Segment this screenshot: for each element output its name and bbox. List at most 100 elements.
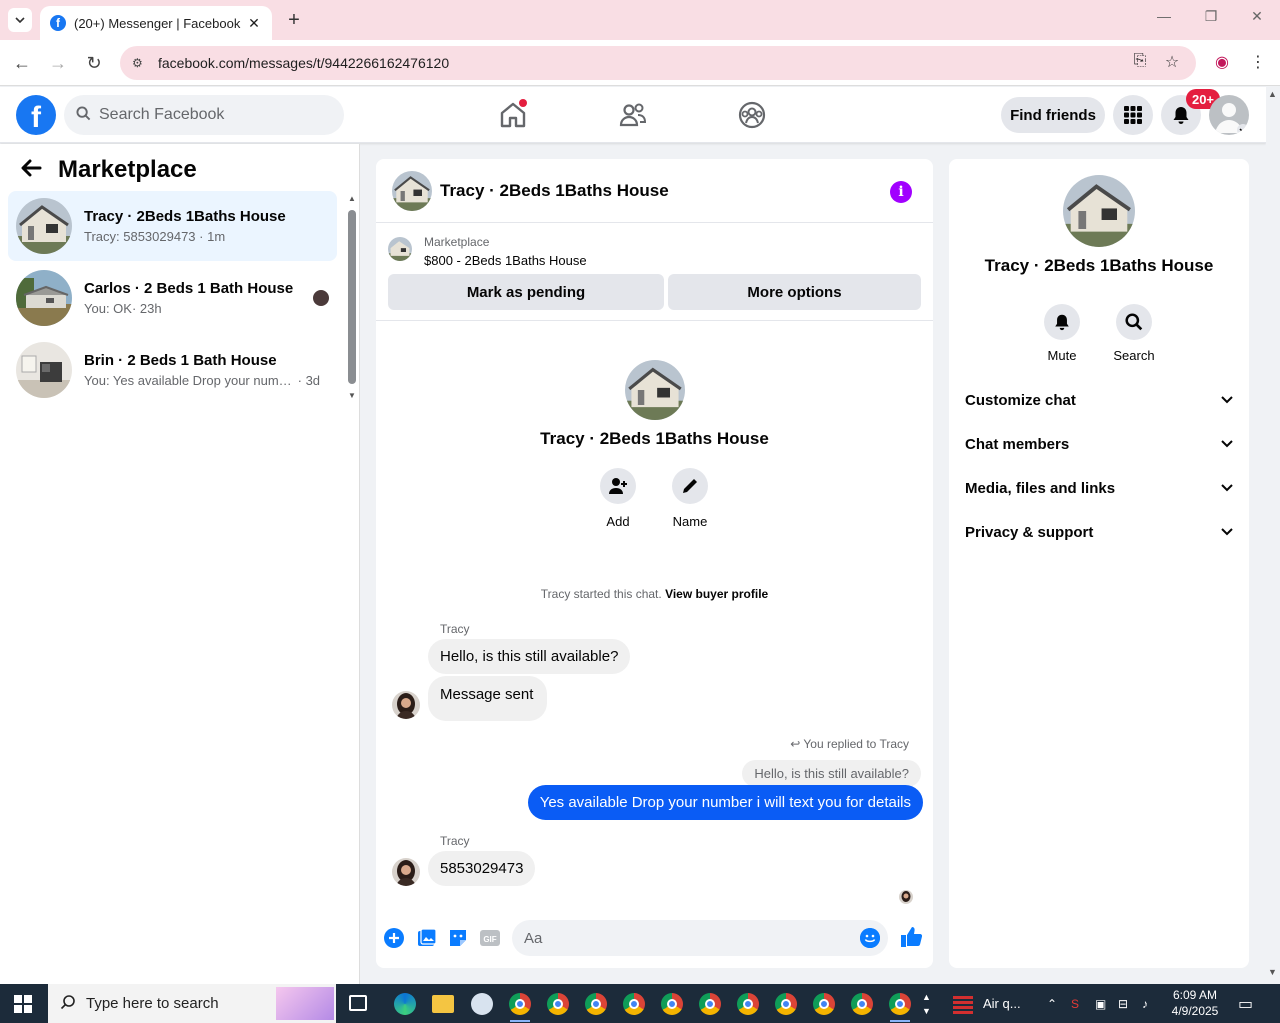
conversation-item[interactable]: Brin · 2 Beds 1 Bath House You: Yes avai…	[8, 335, 337, 405]
chrome-icon[interactable]	[585, 993, 607, 1015]
facebook-header: f Search Facebook Find friends 20+	[0, 87, 1266, 143]
browser-tab-bar: f (20+) Messenger | Facebook ✕ + — ❐ ✕	[0, 0, 1280, 40]
chrome-icon[interactable]	[737, 993, 759, 1015]
facebook-favicon-icon: f	[50, 15, 66, 31]
browser-tab-active[interactable]: f (20+) Messenger | Facebook ✕	[40, 6, 272, 40]
more-options-button[interactable]: More options	[668, 274, 921, 310]
file-explorer-icon[interactable]	[432, 995, 454, 1013]
facebook-logo-icon[interactable]: f	[16, 95, 56, 135]
site-info-icon[interactable]: ⚙	[132, 56, 150, 70]
chrome-icon[interactable]	[661, 993, 683, 1015]
taskbar-search-input[interactable]: Type here to search	[48, 984, 336, 1023]
scroll-up-arrow-icon[interactable]: ▲	[347, 194, 357, 203]
menu-grid-icon[interactable]	[1113, 95, 1153, 135]
account-avatar[interactable]	[1209, 95, 1249, 135]
reload-icon[interactable]: ↻	[82, 51, 106, 75]
friends-icon[interactable]	[617, 99, 649, 131]
windows-taskbar: Type here to search ▲ ▼ Air q... ⌃ S ▣ ⊟ …	[0, 984, 1280, 1023]
new-tab-button[interactable]: +	[282, 8, 306, 32]
minimize-button[interactable]: —	[1150, 8, 1178, 24]
sticker-icon[interactable]	[447, 927, 469, 949]
gif-icon[interactable]: GIF	[479, 927, 501, 949]
weather-widget[interactable]: Air q...	[953, 984, 1021, 1023]
home-icon[interactable]	[497, 99, 529, 131]
emoji-icon[interactable]	[860, 928, 880, 948]
tab-search-button[interactable]	[8, 8, 32, 32]
edge-icon[interactable]	[394, 993, 416, 1015]
scroll-down-arrow-icon[interactable]: ▼	[1268, 967, 1277, 977]
incoming-message[interactable]: 5853029473	[428, 851, 536, 886]
tray-app-icon[interactable]: S	[1071, 984, 1079, 1023]
page-scrollbar[interactable]: ▲ ▼	[1266, 87, 1280, 983]
attach-image-icon[interactable]	[416, 927, 438, 949]
mute-button[interactable]: Mute	[1032, 304, 1092, 363]
chrome-icon[interactable]	[623, 993, 645, 1015]
chrome-icon[interactable]	[699, 993, 721, 1015]
conversation-list-scrollbar[interactable]: ▲ ▼	[347, 194, 357, 404]
menu-kebab-icon[interactable]: ⋮	[1247, 52, 1269, 72]
scroll-up-arrow-icon[interactable]: ▲	[1268, 89, 1277, 99]
privacy-support-section[interactable]: Privacy & support	[965, 520, 1233, 544]
network-icon[interactable]: ⊟	[1118, 984, 1128, 1023]
restore-button[interactable]: ❐	[1197, 8, 1225, 25]
chrome-icon[interactable]	[509, 993, 531, 1015]
bell-icon	[1044, 304, 1080, 340]
install-app-icon[interactable]: ⎘	[1129, 52, 1151, 70]
tray-device-icon[interactable]: ▣	[1095, 984, 1106, 1023]
chrome-icon[interactable]	[889, 993, 911, 1015]
chat-members-section[interactable]: Chat members	[965, 432, 1233, 456]
listing-summary[interactable]: Marketplace $800 - 2Beds 1Baths House	[388, 235, 587, 268]
conversation-item[interactable]: Tracy · 2Beds 1Baths House Tracy: 585302…	[8, 191, 337, 261]
listing-source: Marketplace	[424, 235, 490, 249]
scrollbar-thumb[interactable]	[348, 210, 356, 384]
scroll-down-arrow-icon[interactable]: ▼	[347, 391, 357, 400]
volume-icon[interactable]: ♪	[1142, 984, 1148, 1023]
groups-icon[interactable]	[736, 99, 768, 131]
incoming-message[interactable]: Message sent	[428, 676, 548, 721]
add-people-button[interactable]: Add	[588, 468, 648, 529]
outgoing-message[interactable]: Yes available Drop your number i will te…	[527, 785, 923, 820]
address-bar[interactable]: ⚙ facebook.com/messages/t/94422661624761…	[120, 46, 1196, 80]
edit-name-button[interactable]: Name	[660, 468, 720, 529]
taskbar-scroll-arrows[interactable]: ▲ ▼	[922, 984, 931, 1023]
chrome-icon[interactable]	[851, 993, 873, 1015]
profile-icon[interactable]: ◉	[1211, 52, 1233, 72]
thumbs-up-icon[interactable]	[899, 925, 923, 947]
customize-chat-section[interactable]: Customize chat	[965, 388, 1233, 412]
notification-center-icon[interactable]: ▭	[1238, 984, 1253, 1023]
chevron-down-icon	[15, 17, 25, 23]
search-in-chat-button[interactable]: Search	[1104, 304, 1164, 363]
task-view-icon[interactable]	[349, 995, 367, 1011]
chrome-icon[interactable]	[547, 993, 569, 1015]
bookmark-star-icon[interactable]: ☆	[1161, 52, 1183, 72]
tab-close-icon[interactable]: ✕	[246, 15, 262, 32]
view-buyer-profile-link[interactable]: View buyer profile	[665, 587, 768, 601]
info-icon[interactable]: i	[890, 181, 912, 203]
chat-avatar[interactable]	[392, 170, 432, 211]
back-arrow-icon[interactable]	[20, 157, 42, 183]
clock-date: 4/9/2025	[1171, 1004, 1219, 1018]
plus-circle-icon[interactable]	[383, 927, 405, 949]
incoming-message[interactable]: Hello, is this still available?	[428, 639, 631, 674]
close-window-button[interactable]: ✕	[1243, 8, 1271, 25]
message-input[interactable]: Aa	[512, 920, 888, 956]
clock[interactable]: 6:09 AM 4/9/2025	[1165, 987, 1225, 1019]
search-icon	[76, 105, 91, 125]
forward-icon[interactable]: →	[46, 51, 70, 75]
replied-to-text: You replied to Tracy	[803, 737, 909, 751]
divider	[376, 320, 933, 321]
svg-text:GIF: GIF	[483, 935, 496, 944]
app-icon[interactable]	[471, 993, 493, 1015]
windows-start-icon[interactable]	[14, 995, 32, 1013]
facebook-search-input[interactable]: Search Facebook	[64, 95, 344, 135]
show-hidden-icons[interactable]: ⌃	[1047, 984, 1057, 1023]
chat-title[interactable]: Tracy · 2Beds 1Baths House	[440, 181, 669, 201]
media-files-links-section[interactable]: Media, files and links	[965, 476, 1233, 500]
chrome-icon[interactable]	[775, 993, 797, 1015]
chrome-icon[interactable]	[813, 993, 835, 1015]
mark-pending-button[interactable]: Mark as pending	[388, 274, 664, 310]
back-icon[interactable]: ←	[10, 51, 34, 75]
conversation-item[interactable]: Carlos · 2 Beds 1 Bath House You: OK · 23…	[8, 263, 337, 333]
quoted-message[interactable]: Hello, is this still available?	[742, 760, 921, 787]
find-friends-button[interactable]: Find friends	[1001, 97, 1105, 133]
